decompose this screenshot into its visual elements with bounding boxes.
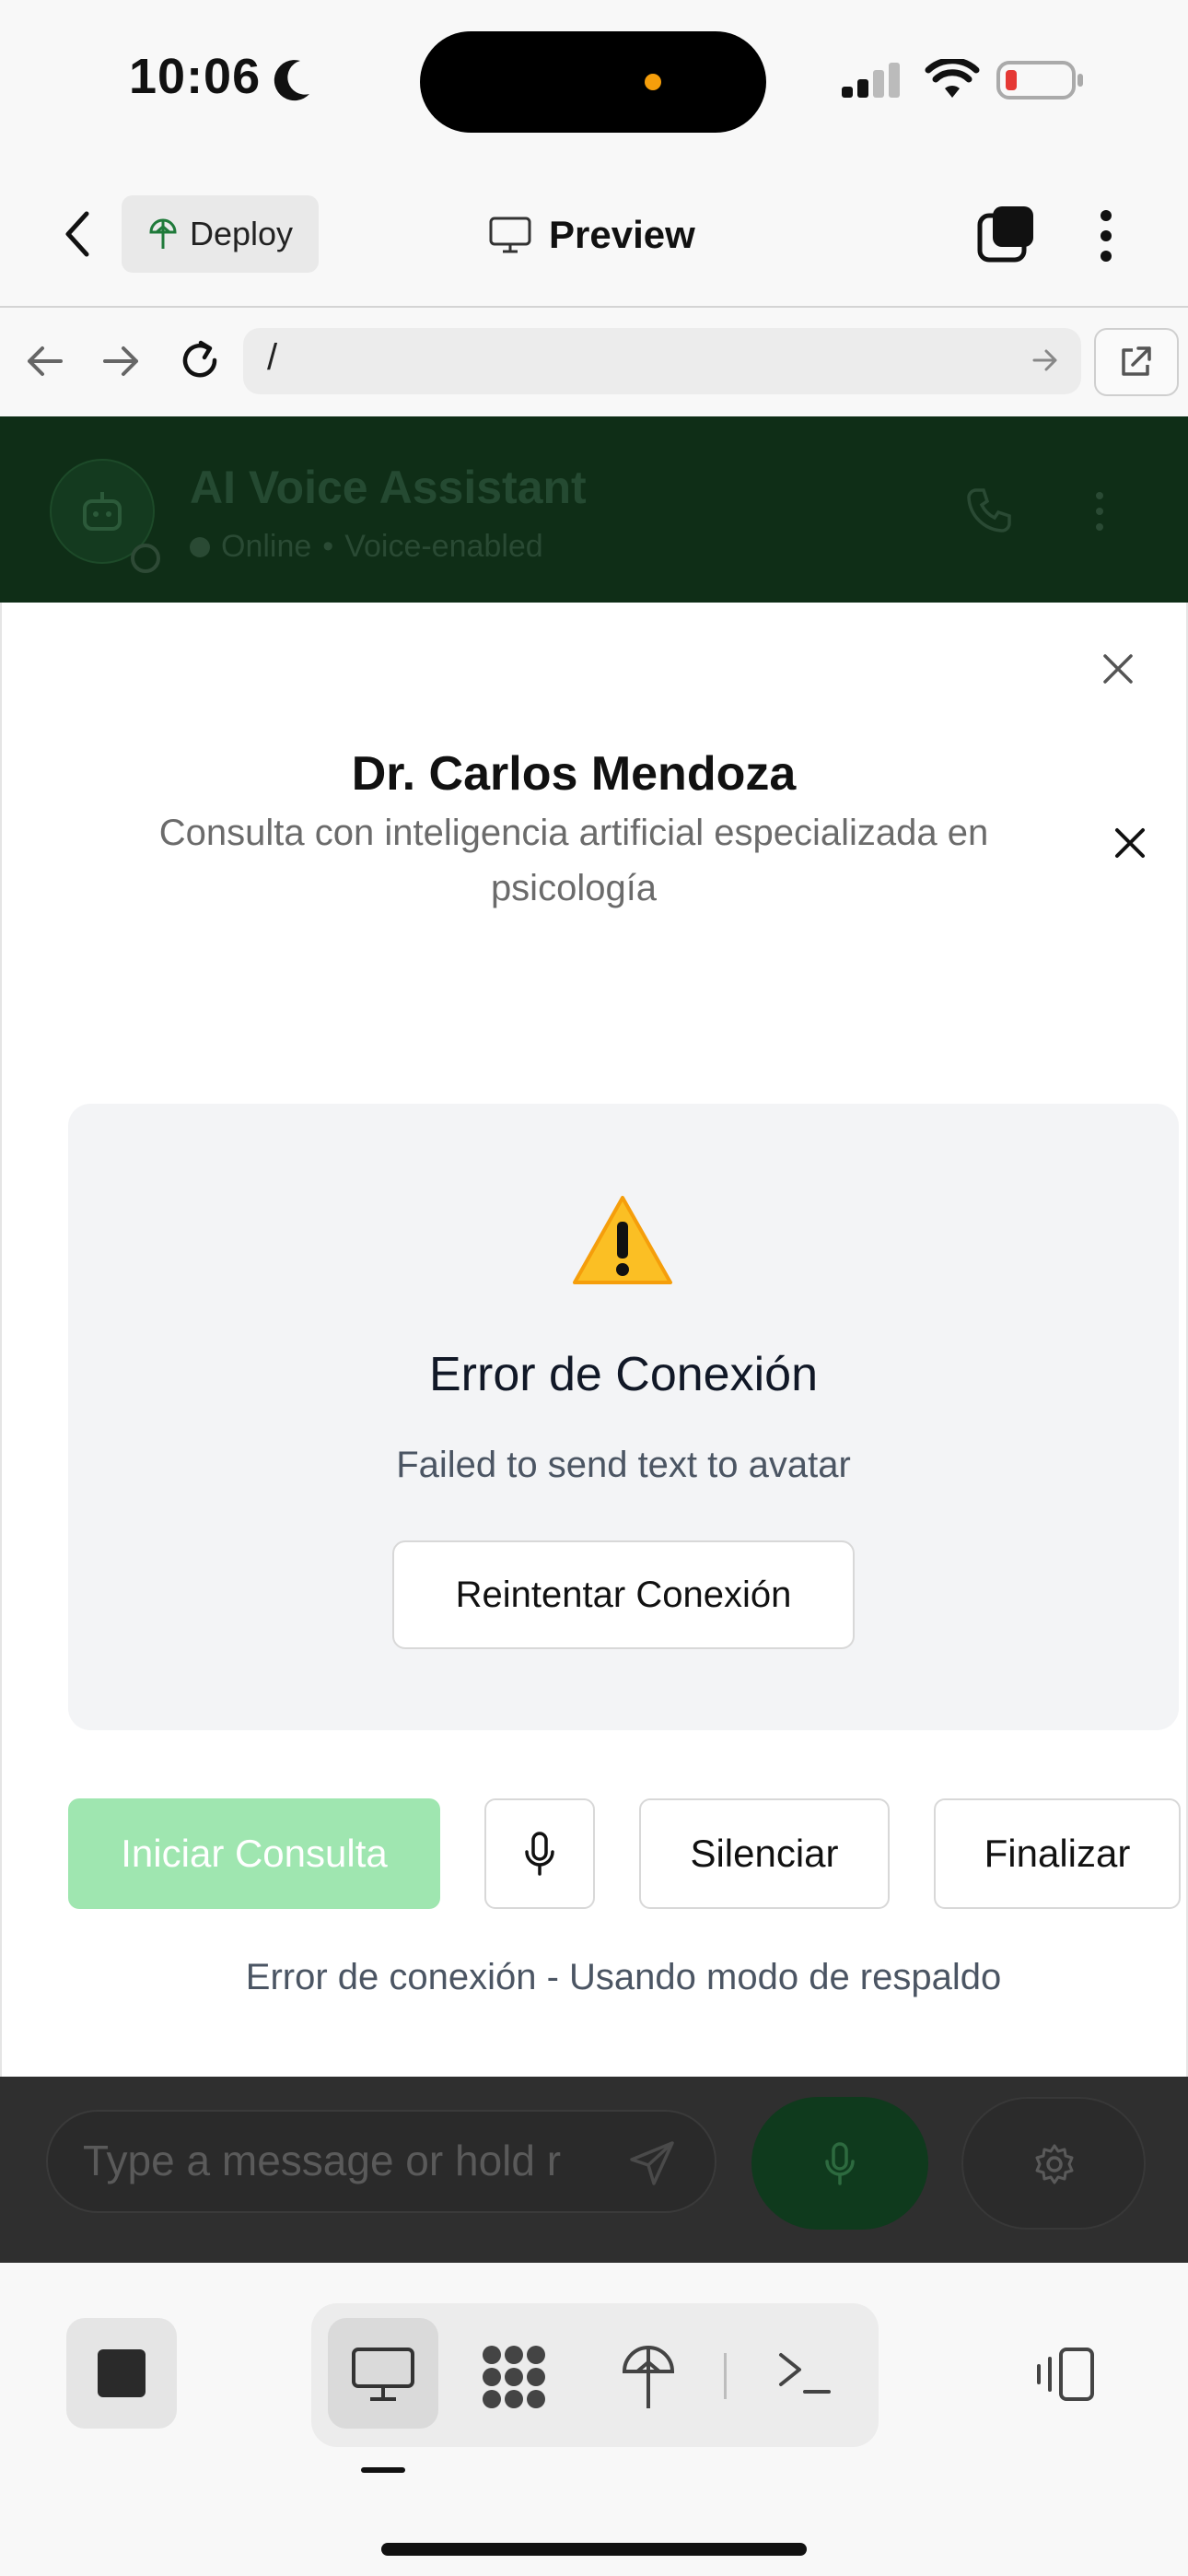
nav-back-arrow-icon[interactable]	[24, 343, 64, 380]
deploy-label: Deploy	[189, 215, 294, 252]
more-vertical-icon[interactable]	[1092, 206, 1120, 265]
deploy-tab-icon[interactable]	[619, 2344, 678, 2410]
chat-more-icon[interactable]	[1090, 488, 1109, 534]
retry-connection-button[interactable]: Reintentar Conexión	[392, 1540, 855, 1649]
phone-icon[interactable]	[963, 485, 1015, 536]
wifi-icon	[925, 59, 980, 98]
voice-mode: Voice-enabled	[344, 529, 543, 564]
stop-icon	[98, 2349, 146, 2397]
replit-logo-icon[interactable]	[479, 2342, 549, 2412]
active-tab-indicator	[361, 2467, 405, 2473]
back-chevron-icon[interactable]	[59, 208, 96, 260]
url-text: /	[267, 337, 278, 378]
hold-to-talk-button[interactable]	[751, 2097, 928, 2230]
error-message: Failed to send text to avatar	[396, 1445, 851, 1485]
bot-icon	[83, 492, 122, 531]
warning-icon	[573, 1196, 672, 1284]
status-time: 10:06	[129, 49, 262, 104]
moon-icon	[274, 60, 309, 101]
deploy-button[interactable]: Deploy	[122, 195, 319, 273]
online-status: Online	[221, 529, 312, 564]
monitor-tab-icon	[352, 2348, 414, 2401]
reload-icon[interactable]	[177, 337, 223, 383]
external-link-icon	[1122, 346, 1151, 376]
url-input[interactable]	[243, 328, 1081, 394]
go-arrow-icon[interactable]	[1031, 346, 1059, 374]
chat-title: AI Voice Assistant	[190, 462, 587, 513]
consultation-description: Consulta con inteligencia artificial esp…	[158, 813, 989, 908]
error-title: Error de Conexión	[429, 1348, 818, 1401]
deploy-icon	[149, 218, 177, 249]
cellular-signal-icon	[842, 63, 900, 98]
start-consultation-button[interactable]: Iniciar Consulta	[68, 1798, 440, 1909]
message-placeholder: Type a message or hold r	[83, 2137, 562, 2184]
doctor-name: Dr. Carlos Mendoza	[351, 747, 797, 801]
mute-button[interactable]: Silenciar	[639, 1798, 890, 1909]
gear-icon	[1035, 2144, 1074, 2184]
microphone-button[interactable]	[484, 1798, 595, 1909]
online-dot	[190, 536, 210, 557]
monitor-icon	[489, 217, 531, 253]
dynamic-island	[420, 31, 766, 133]
status-separator: •	[322, 529, 334, 564]
end-consultation-button[interactable]: Finalizar	[934, 1798, 1181, 1909]
send-icon[interactable]	[626, 2137, 678, 2189]
toolbar-divider	[724, 2353, 727, 2399]
open-external-button[interactable]	[1094, 328, 1179, 396]
voice-mic-icon	[825, 2142, 855, 2185]
preview-title: Preview	[488, 205, 695, 265]
home-indicator	[381, 2543, 807, 2556]
battery-icon	[996, 61, 1083, 100]
privacy-indicator	[645, 74, 661, 90]
settings-button[interactable]	[961, 2097, 1146, 2230]
connection-status-text: Error de conexión - Usando modo de respa…	[245, 1957, 1002, 1997]
nav-forward-arrow-icon[interactable]	[101, 343, 142, 380]
device-preview-icon[interactable]	[1033, 2346, 1098, 2403]
status-indicator	[131, 544, 160, 573]
terminal-icon[interactable]	[777, 2349, 833, 2397]
modal-close-icon[interactable]	[1101, 652, 1135, 685]
microphone-icon	[525, 1832, 554, 1876]
preview-label: Preview	[549, 213, 695, 256]
tabs-icon[interactable]	[976, 205, 1037, 263]
chat-subtitle: Online • Voice-enabled	[190, 529, 543, 565]
panel-close-icon[interactable]	[1112, 825, 1147, 861]
